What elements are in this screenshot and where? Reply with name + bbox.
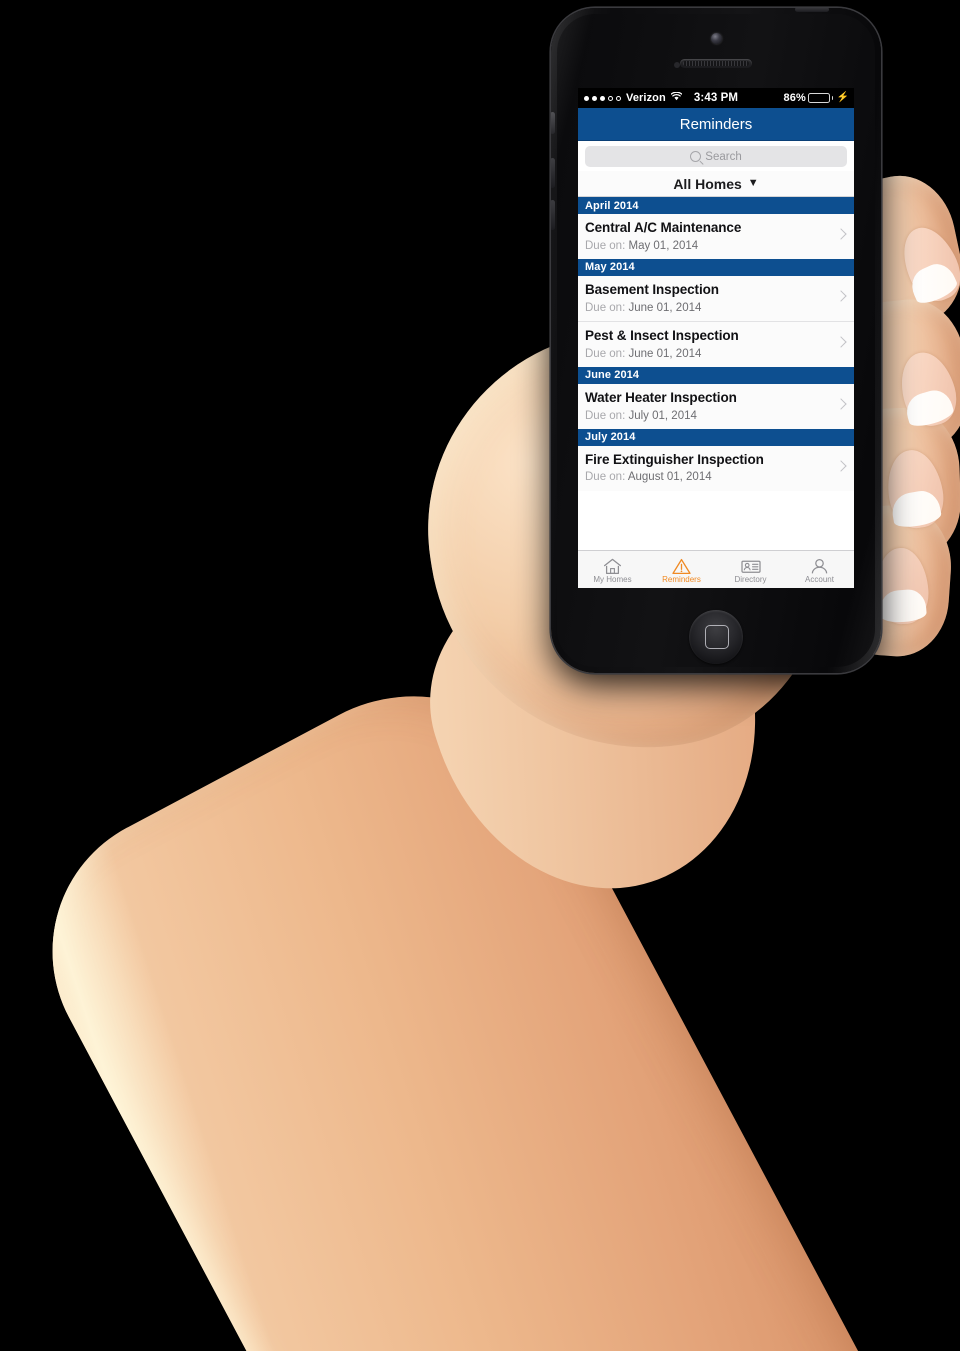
home-button-square-icon — [705, 625, 729, 649]
power-button[interactable] — [795, 8, 829, 12]
chevron-right-icon — [835, 228, 847, 241]
screenshot-root: Verizon 3:43 PM 86% ⚡ Reminders Search A… — [0, 0, 960, 1351]
contact-card-icon — [740, 558, 761, 575]
tab-directory-label: Directory — [734, 574, 767, 584]
tab-my-homes[interactable]: My Homes — [578, 551, 647, 588]
home-icon — [603, 558, 622, 575]
status-bar-right: 86% ⚡ — [784, 92, 849, 104]
tab-directory[interactable]: Directory — [716, 551, 785, 588]
reminder-title: Basement Inspection — [585, 281, 719, 297]
home-filter-label: All Homes — [673, 175, 742, 192]
chevron-right-icon — [835, 460, 847, 472]
search-icon — [690, 151, 702, 162]
page-title: Reminders — [679, 115, 753, 133]
list-section-header: April 2014 — [578, 197, 854, 214]
list-section-header: June 2014 — [578, 366, 854, 384]
tab-account[interactable]: Account — [785, 551, 854, 588]
reminder-title: Fire Extinguisher Inspection — [585, 451, 764, 467]
reminder-title: Water Heater Inspection — [585, 389, 737, 405]
reminder-row[interactable]: Water Heater Inspection Due on: July 01, … — [578, 383, 854, 429]
volume-down-button[interactable] — [551, 200, 555, 230]
chevron-down-icon: ▼ — [747, 177, 759, 189]
iphone-device: Verizon 3:43 PM 86% ⚡ Reminders Search A… — [551, 8, 881, 673]
reminder-row[interactable]: Basement Inspection Due on: June 01, 2014 — [578, 275, 854, 322]
warning-triangle-icon — [672, 558, 691, 575]
battery-icon — [807, 93, 830, 103]
reminder-due-date: Due on: August 01, 2014 — [585, 471, 712, 484]
phone-screen: Verizon 3:43 PM 86% ⚡ Reminders Search A… — [578, 88, 854, 588]
tab-my-homes-label: My Homes — [593, 574, 632, 584]
reminder-due-date: Due on: June 01, 2014 — [585, 301, 702, 314]
status-bar: Verizon 3:43 PM 86% ⚡ — [578, 88, 854, 108]
reminder-title: Central A/C Maintenance — [585, 220, 742, 235]
reminder-row[interactable]: Central A/C Maintenance Due on: May 01, 2… — [578, 214, 854, 259]
mute-switch[interactable] — [551, 112, 555, 134]
tab-account-label: Account — [805, 574, 834, 584]
person-icon — [810, 558, 829, 575]
tab-reminders[interactable]: Reminders — [647, 551, 716, 588]
list-section-header: July 2014 — [578, 428, 854, 446]
chevron-right-icon — [835, 336, 847, 348]
navigation-bar: Reminders — [578, 108, 854, 141]
earpiece-mesh — [683, 61, 749, 66]
search-input[interactable]: Search — [585, 146, 847, 167]
battery-cap — [831, 96, 834, 100]
little-fingernail-tip — [878, 588, 928, 624]
reminder-due-date: Due on: May 01, 2014 — [585, 239, 699, 252]
search-container: Search — [578, 141, 854, 171]
search-placeholder: Search — [705, 150, 742, 163]
reminder-row[interactable]: Fire Extinguisher Inspection Due on: Augu… — [578, 445, 854, 491]
list-section-header: May 2014 — [578, 258, 854, 276]
reminder-row[interactable]: Pest & Insect Inspection Due on: June 01,… — [578, 321, 854, 367]
tab-reminders-label: Reminders — [662, 574, 701, 584]
reminder-due-date: Due on: July 01, 2014 — [585, 409, 697, 422]
volume-up-button[interactable] — [551, 158, 555, 188]
reminder-title: Pest & Insect Inspection — [585, 327, 739, 343]
reminders-list: April 2014 Central A/C Maintenance Due on:… — [578, 197, 854, 491]
tab-bar: My Homes Reminders Directory Account — [578, 550, 854, 588]
chevron-right-icon — [835, 290, 847, 303]
battery-percent-label: 86% — [783, 92, 806, 104]
chevron-right-icon — [835, 398, 847, 410]
home-filter-dropdown[interactable]: All Homes ▼ — [578, 171, 854, 197]
charging-bolt-icon: ⚡ — [836, 92, 849, 103]
reminder-due-date: Due on: June 01, 2014 — [585, 347, 702, 360]
front-camera — [710, 33, 722, 44]
